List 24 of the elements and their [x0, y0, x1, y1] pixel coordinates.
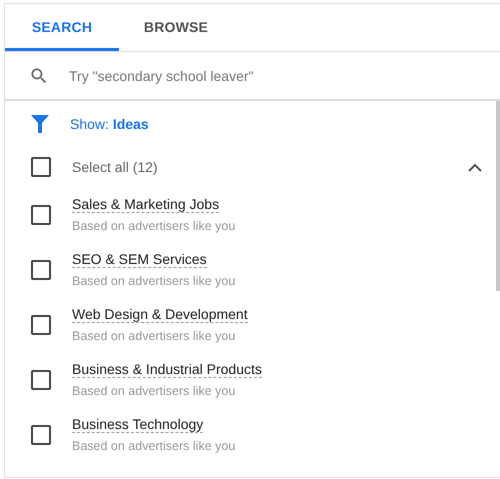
chevron-icon[interactable]: [468, 162, 482, 172]
item-subtitle: Based on advertisers like you: [72, 219, 236, 233]
checkbox[interactable]: [31, 260, 51, 280]
item-title[interactable]: Web Design & Development: [72, 306, 248, 323]
checkbox[interactable]: [31, 204, 51, 224]
item-subtitle: Based on advertisers like you: [72, 384, 236, 398]
checkbox[interactable]: [31, 424, 51, 444]
select-all-label: Select all (12): [72, 159, 159, 175]
search-icon: [29, 66, 49, 86]
item-title[interactable]: SEO & SEM Services: [72, 251, 207, 268]
item-subtitle: Based on advertisers like you: [72, 274, 236, 288]
filter-icon: [31, 115, 49, 133]
item-subtitle: Based on advertisers like you: [72, 439, 236, 453]
checkbox[interactable]: [31, 314, 51, 334]
item-subtitle: Based on advertisers like you: [72, 329, 236, 343]
item-title[interactable]: Business Technology: [72, 416, 204, 433]
tab[interactable]: BROWSE: [119, 4, 233, 51]
filter-link[interactable]: Show: Ideas: [70, 116, 149, 132]
tab[interactable]: SEARCH: [5, 4, 119, 51]
checkbox[interactable]: [31, 370, 51, 390]
item-title[interactable]: Business & Industrial Products: [72, 361, 262, 378]
item-title[interactable]: Sales & Marketing Jobs: [72, 196, 220, 213]
checkbox[interactable]: [31, 157, 51, 177]
scrollbar-thumb[interactable]: [496, 101, 500, 291]
